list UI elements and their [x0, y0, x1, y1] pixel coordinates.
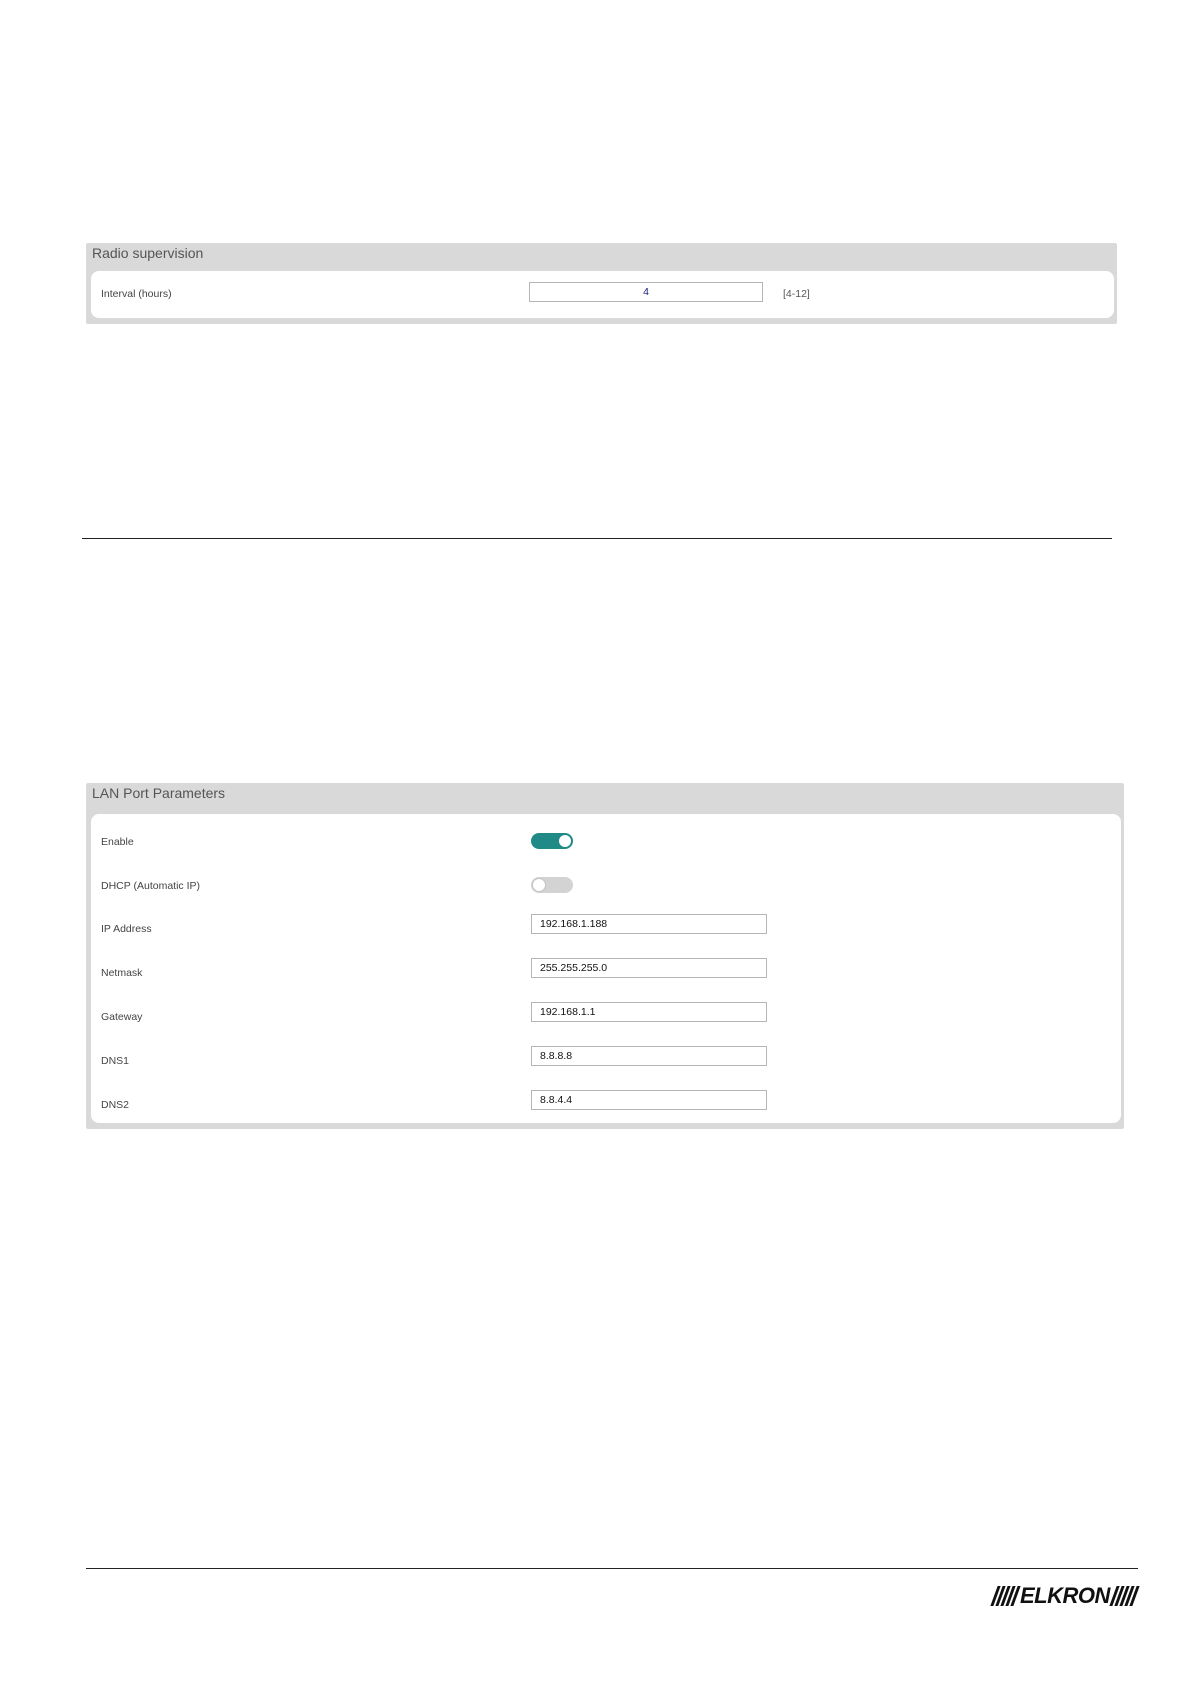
dns1-input[interactable] — [531, 1046, 767, 1066]
toggle-knob — [532, 878, 546, 892]
logo-stripes-right — [1109, 1586, 1140, 1606]
logo-wordmark: ELKRON — [1020, 1583, 1110, 1608]
lan-port-panel: LAN Port Parameters Enable DHCP (Automat… — [86, 783, 1124, 1129]
enable-label: Enable — [101, 836, 134, 848]
enable-toggle[interactable] — [531, 833, 573, 849]
interval-label: Interval (hours) — [101, 288, 172, 300]
netmask-input[interactable] — [531, 958, 767, 978]
logo-stripes-left — [990, 1586, 1021, 1606]
panel-body: Interval (hours) [4-12] — [91, 271, 1114, 318]
dns1-label: DNS1 — [101, 1055, 130, 1067]
dhcp-label: DHCP (Automatic IP) — [101, 880, 200, 892]
elkron-logo: ELKRON — [990, 1583, 1140, 1609]
ip-address-label: IP Address — [101, 923, 152, 935]
section-divider — [82, 538, 1112, 539]
toggle-knob — [558, 834, 572, 848]
radio-supervision-panel: Radio supervision Interval (hours) [4-12… — [86, 243, 1117, 324]
interval-input[interactable] — [529, 282, 763, 302]
netmask-label: Netmask — [101, 967, 143, 979]
ip-address-input[interactable] — [531, 914, 767, 934]
dns2-label: DNS2 — [101, 1099, 130, 1111]
panel-title: LAN Port Parameters — [92, 785, 226, 801]
gateway-label: Gateway — [101, 1011, 143, 1023]
panel-title: Radio supervision — [92, 245, 204, 261]
dhcp-toggle[interactable] — [531, 877, 573, 893]
gateway-input[interactable] — [531, 1002, 767, 1022]
interval-range-hint: [4-12] — [783, 288, 810, 300]
footer-divider — [86, 1568, 1138, 1569]
dns2-input[interactable] — [531, 1090, 767, 1110]
panel-body: Enable DHCP (Automatic IP) IP Address Ne… — [91, 814, 1121, 1123]
